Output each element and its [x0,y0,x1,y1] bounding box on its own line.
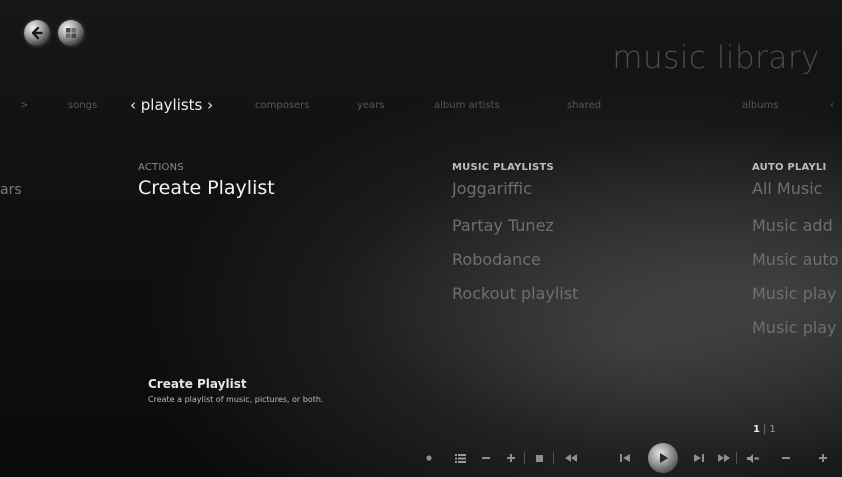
speaker-mute-icon [747,453,759,463]
category-playlists[interactable]: ‹ playlists › [130,93,213,117]
volume-minus-icon [782,457,790,459]
page-total: 1 [769,424,776,435]
auto-playlist-item[interactable]: All Music [752,179,822,198]
fast-forward-button[interactable] [716,451,732,465]
auto-playlist-item[interactable]: Music auto [752,250,839,269]
record-dot-icon [426,455,432,461]
create-playlist-action[interactable]: Create Playlist [138,177,275,199]
category-songs[interactable]: songs [68,96,97,116]
rewind-button[interactable] [563,451,579,465]
playlist-item[interactable]: Robodance [452,250,541,269]
app-title: music library [612,40,820,76]
auto-playlists-header: AUTO PLAYLI [752,162,827,173]
back-button[interactable] [24,20,50,46]
stop-icon [535,454,543,462]
plus-icon [507,454,515,462]
media-center-screen: music library > songs ‹ playlists › comp… [0,0,842,477]
guide-button[interactable] [453,451,467,465]
auto-playlist-item[interactable]: Music play [752,284,836,303]
start-button[interactable] [58,20,84,46]
guide-list-icon [454,453,466,463]
transport-divider [736,452,737,464]
windows-start-icon [66,28,76,38]
playlist-item[interactable]: Rockout playlist [452,284,578,303]
playlist-item[interactable]: Joggariffic [452,179,532,198]
skip-previous-icon [620,454,630,462]
category-shared[interactable]: shared [567,96,601,116]
category-scroll-right[interactable]: ‹ [830,96,834,116]
channel-up-button[interactable] [505,451,517,465]
next-button[interactable] [692,451,706,465]
page-indicator: 1 | 1 [753,424,776,435]
volume-down-button[interactable] [780,451,792,465]
fast-forward-icon [718,454,730,462]
info-description: Create a playlist of music, pictures, or… [148,395,324,404]
playlist-item[interactable]: Partay Tunez [452,216,554,235]
category-album-artists[interactable]: album artists [434,96,500,116]
category-composers[interactable]: composers [255,96,310,116]
transport-controls [420,443,842,473]
skip-next-icon [694,454,704,462]
category-strip: > songs ‹ playlists › composers years al… [0,96,842,120]
back-arrow-icon [31,26,43,40]
rewind-icon [565,454,577,462]
info-title: Create Playlist [148,377,247,391]
auto-playlist-item[interactable]: Music play [752,318,836,337]
category-scroll-left[interactable]: > [20,96,28,116]
music-playlists-header: MUSIC PLAYLISTS [452,162,554,173]
category-years[interactable]: years [357,96,385,116]
record-button[interactable] [424,451,434,465]
page-separator: | [762,424,767,435]
previous-button[interactable] [618,451,632,465]
volume-up-button[interactable] [817,451,829,465]
stop-button[interactable] [533,451,545,465]
volume-plus-icon [819,454,827,462]
partial-left-item[interactable]: ars [0,182,22,198]
auto-playlist-item[interactable]: Music add [752,216,833,235]
play-button[interactable] [648,443,678,473]
mute-button[interactable] [745,451,761,465]
actions-header: ACTIONS [138,162,184,173]
transport-divider [524,452,525,464]
play-icon [660,453,668,463]
channel-down-button[interactable] [480,451,492,465]
minus-icon [482,457,490,459]
category-albums[interactable]: albums [742,96,779,116]
page-current: 1 [753,424,760,435]
transport-divider [553,452,554,464]
